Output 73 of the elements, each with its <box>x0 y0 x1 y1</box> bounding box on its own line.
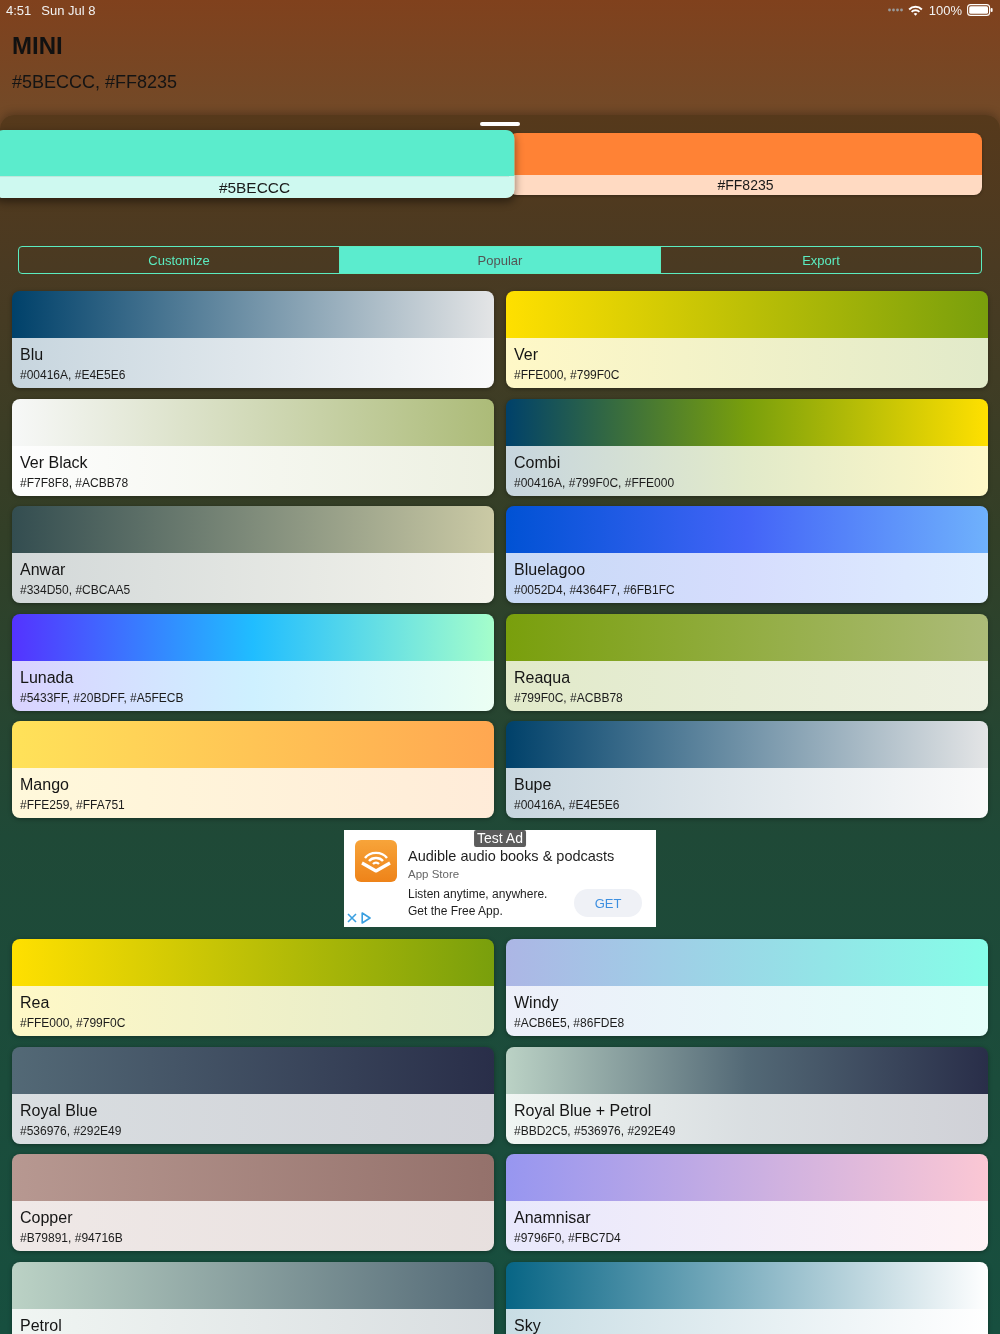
gradient-name: Rea <box>20 993 51 1012</box>
gradient-card[interactable]: Royal Blue + Petrol #BBD2C5, #536976, #292E49 <box>506 1046 988 1144</box>
gradient-card[interactable]: Rea #FFE000, #799F0C <box>12 939 494 1036</box>
gradient-codes: #00416A, #E4E5E6 <box>514 797 621 813</box>
status-time: 4:51 <box>6 2 32 18</box>
gradient-card[interactable]: Royal Blue #536976, #292E49 <box>12 1046 494 1144</box>
play-triangle-icon[interactable] <box>361 912 371 924</box>
gradient-card[interactable]: Ver #FFE000, #799F0C <box>506 291 988 388</box>
drag-handle[interactable] <box>480 122 520 126</box>
gradient-codes: #334D50, #CBCAA5 <box>20 582 132 598</box>
gradient-card[interactable]: Bluelagoo #0052D4, #4364F7, #6FB1FC <box>506 506 988 603</box>
battery-percent: 100% <box>928 2 962 18</box>
status-date: Sun Jul 8 <box>41 2 96 18</box>
gradient-card[interactable]: Combi #00416A, #799F0C, #FFE000 <box>506 398 988 496</box>
gradient-name: Combi <box>514 452 562 472</box>
gradient-codes: #FFE259, #FFA751 <box>20 797 126 813</box>
gradient-codes: #F7F8F8, #ACBB78 <box>20 474 130 491</box>
gradient-codes: #FFE000, #799F0C <box>514 367 621 383</box>
gradient-codes: #B79891, #94716B <box>20 1230 124 1246</box>
gradient-codes: #00416A, #E4E5E6 <box>20 367 127 383</box>
gradient-codes: #BBD2C5, #536976, #292E49 <box>514 1122 677 1139</box>
gradient-name: Royal Blue + Petrol <box>514 1100 653 1120</box>
gradient-name: Mango <box>20 775 70 794</box>
gradient-name: Blu <box>20 345 45 364</box>
gradient-name: Reaqua <box>514 667 572 687</box>
gradient-name: Bluelagoo <box>514 560 587 579</box>
segment-tab[interactable]: Popular <box>339 247 660 273</box>
wifi-icon <box>907 4 923 16</box>
ad-source: App Store <box>408 867 461 881</box>
gradient-codes: #FFE000, #799F0C <box>20 1015 127 1031</box>
gradient-name: Anwar <box>20 560 67 579</box>
hex-label: #5BECCC <box>0 176 515 199</box>
gradient-name: Ver <box>514 345 539 364</box>
gradient-name: Sky <box>514 1315 542 1334</box>
gradient-codes: #5433FF, #20BDFF, #A5FECB <box>20 689 185 706</box>
gradient-card[interactable]: Mango #FFE259, #FFA751 <box>12 721 494 818</box>
gradient-subtitle: #5BECCC, #FF8235 <box>12 71 179 93</box>
ad-banner[interactable]: Audible audio books & podcasts App Store Listen anytime, anywhere. Get the Free App. GET Test Ad <box>344 830 656 927</box>
gradient-codes: #9796F0, #FBC7D4 <box>514 1230 622 1246</box>
ad-description: Listen anytime, anywhere. Get the Free App. <box>408 886 548 920</box>
gradient-codes: #799F0C, #ACBB78 <box>514 689 624 706</box>
gradient-card[interactable]: Sky <box>506 1261 988 1334</box>
gradient-name: Royal Blue <box>20 1100 99 1120</box>
gradient-name: Copper <box>20 1208 74 1227</box>
gradient-name: Windy <box>514 993 560 1012</box>
gradient-codes: #536976, #292E49 <box>20 1122 123 1139</box>
gradient-name: Petrol <box>20 1315 63 1334</box>
gradient-title: MINI <box>12 32 64 60</box>
gradient-codes: #ACB6E5, #86FDE8 <box>514 1015 626 1031</box>
gradient-card[interactable]: Bupe #00416A, #E4E5E6 <box>506 721 988 818</box>
gradient-card[interactable]: Copper #B79891, #94716B <box>12 1154 494 1251</box>
gradient-name: Anamnisar <box>514 1208 592 1227</box>
segment-tab[interactable]: Export <box>660 247 981 273</box>
gradient-name: Bupe <box>514 775 553 794</box>
gradient-codes: #00416A, #799F0C, #FFE000 <box>514 474 676 491</box>
ad-title: Audible audio books & podcasts <box>408 848 616 864</box>
gradient-card[interactable]: Anamnisar #9796F0, #FBC7D4 <box>506 1154 988 1251</box>
segment-tab[interactable]: Customize <box>19 247 339 273</box>
close-icon[interactable] <box>347 913 357 923</box>
gradient-card[interactable]: Ver Black #F7F8F8, #ACBB78 <box>12 398 494 496</box>
gradient-card[interactable]: Petrol <box>12 1261 494 1334</box>
gradient-codes: #0052D4, #4364F7, #6FB1FC <box>514 582 676 598</box>
gradient-card[interactable]: Blu #00416A, #E4E5E6 <box>12 291 494 388</box>
gradient-card[interactable]: Windy #ACB6E5, #86FDE8 <box>506 939 988 1036</box>
signal-dots-icon <box>887 8 903 12</box>
test-ad-badge: Test Ad <box>474 830 526 847</box>
book-signal-icon <box>355 840 397 882</box>
gradient-name: Ver Black <box>20 452 89 472</box>
gradient-card[interactable]: Anwar #334D50, #CBCAA5 <box>12 506 494 603</box>
battery-icon <box>967 4 993 16</box>
gradient-card[interactable]: Lunada #5433FF, #20BDFF, #A5FECB <box>12 613 494 711</box>
gradient-name: Lunada <box>20 667 75 687</box>
gradient-card[interactable]: Reaqua #799F0C, #ACBB78 <box>506 613 988 711</box>
